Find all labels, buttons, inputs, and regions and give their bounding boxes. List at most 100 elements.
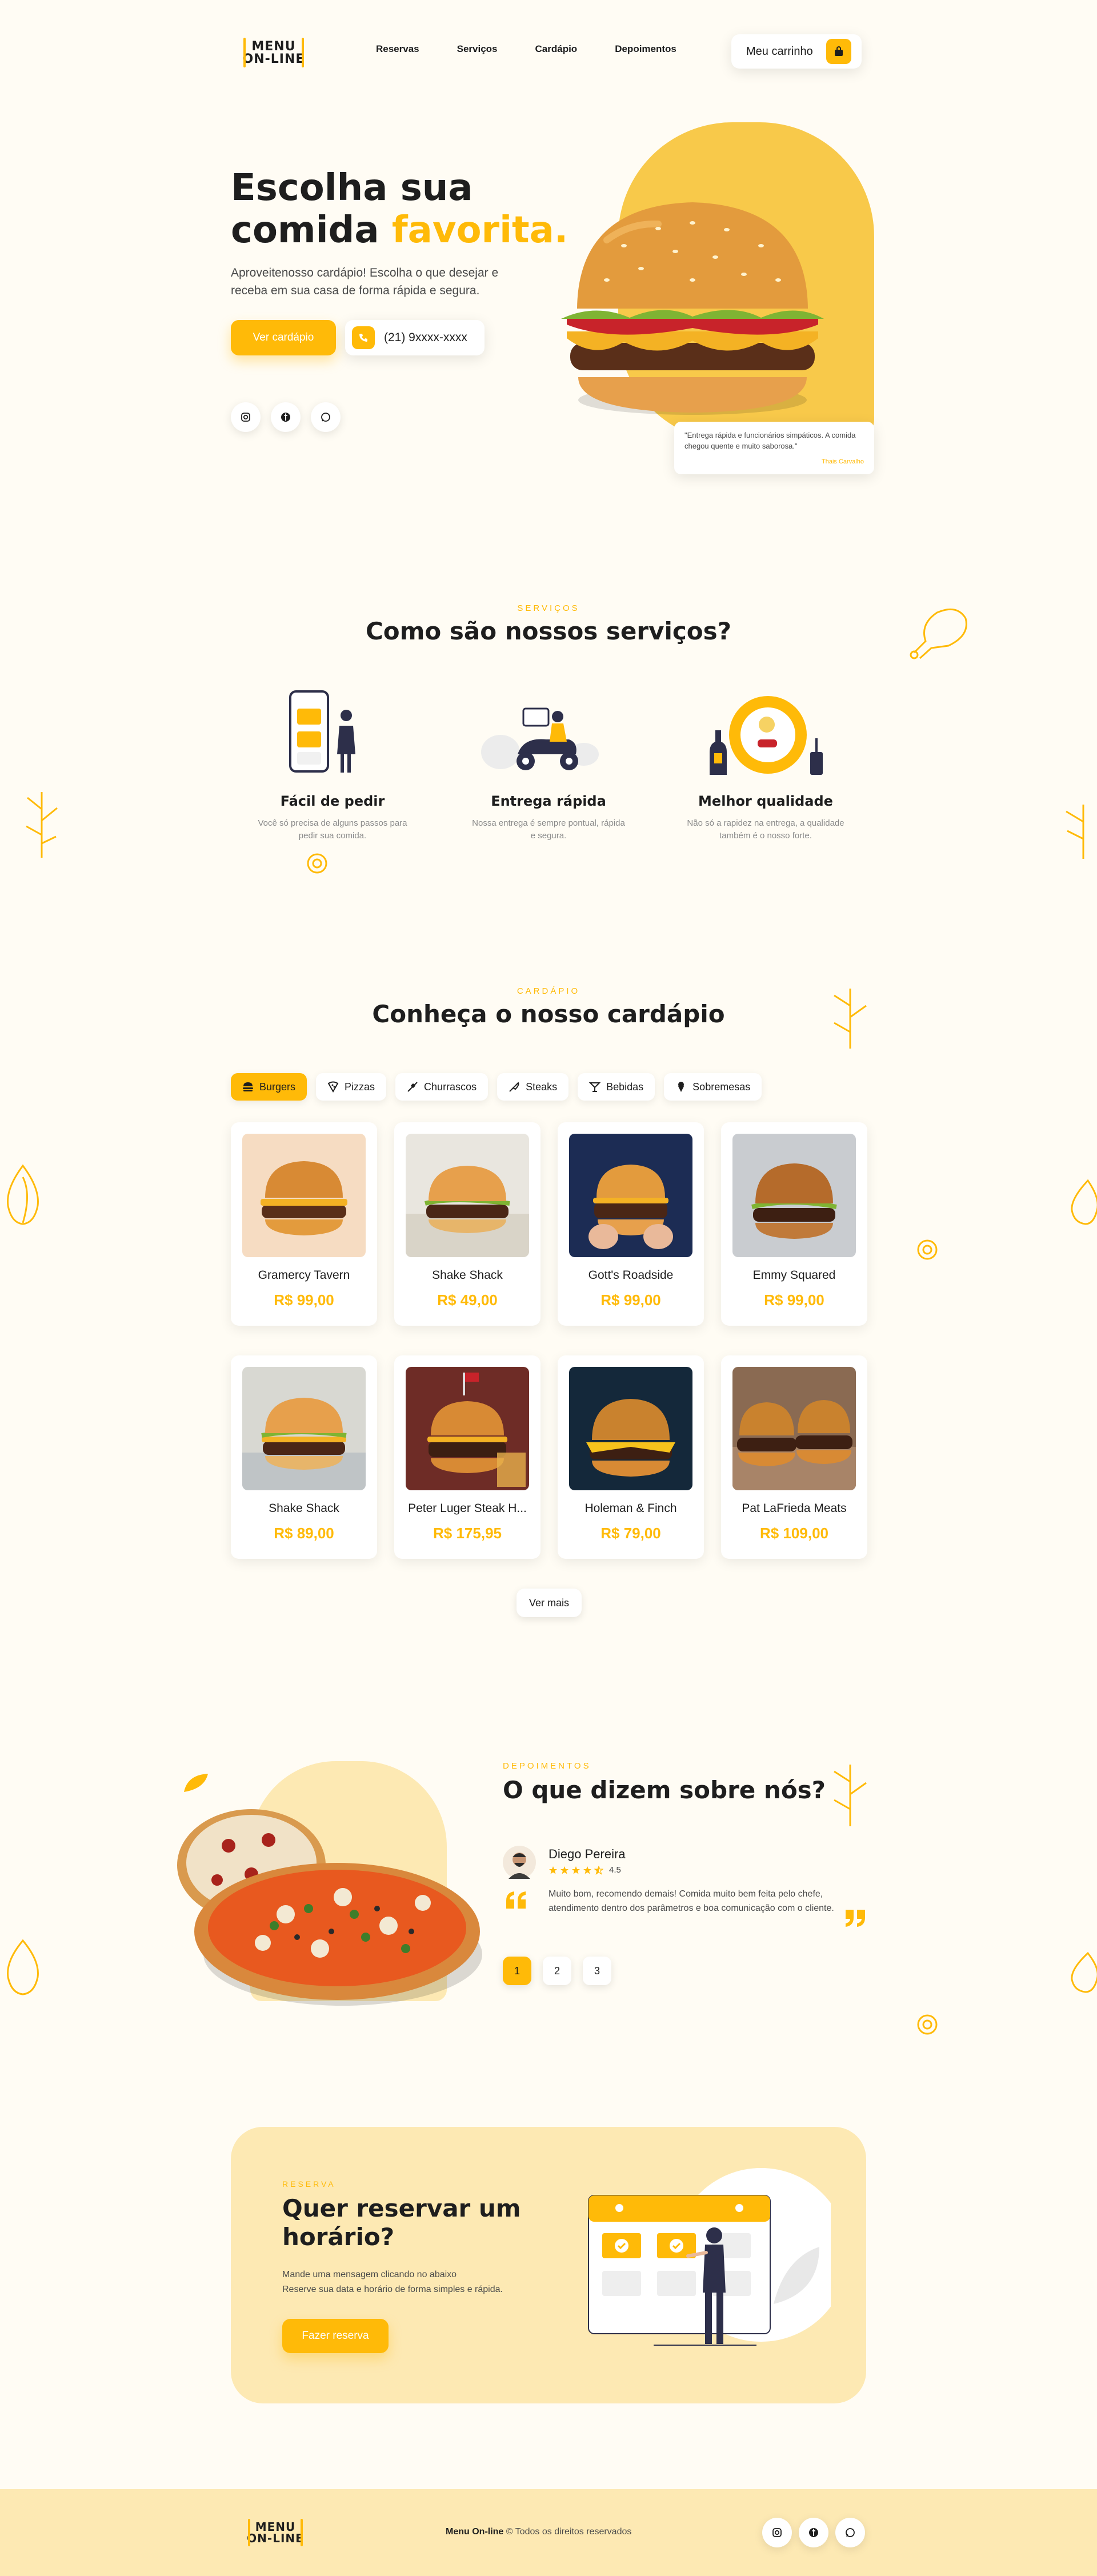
phone-contact[interactable]: (21) 9xxxx-xxxx: [345, 320, 485, 355]
menu-item-name: Gramercy Tavern: [258, 1269, 350, 1282]
menu-item-image: [732, 1367, 856, 1490]
menu-item-price: R$ 49,00: [437, 1291, 498, 1309]
menu-item-name: Holeman & Finch: [584, 1502, 677, 1515]
page-button-1[interactable]: 1: [503, 1957, 531, 1985]
whatsapp-icon[interactable]: [835, 2518, 865, 2547]
services-title: Como são nossos serviços?: [365, 617, 732, 645]
half-star-icon: [594, 1865, 603, 1875]
nav-cardapio[interactable]: Cardápio: [535, 43, 578, 55]
service-title: Fácil de pedir: [280, 793, 385, 809]
menu-title: Conheça o nosso cardápio: [372, 1000, 725, 1028]
phone-icon: [352, 326, 375, 349]
cart-label: Meu carrinho: [746, 45, 813, 58]
menu-item-name: Gott's Roadside: [588, 1269, 674, 1282]
star-icon: [549, 1866, 557, 1874]
delivery-scooter-illustration: [481, 707, 599, 770]
footer-logo[interactable]: MENU ON-LINE: [246, 2514, 305, 2551]
service-text: Você só precisa de alguns passos para pe…: [258, 818, 407, 841]
service-text: Nossa entrega é sempre pontual, rápida e…: [472, 818, 625, 841]
menu-item-image: [406, 1134, 529, 1257]
menu-item-image: [242, 1134, 366, 1257]
herb-doodle-icon: [26, 792, 58, 858]
testimonials-title: O que dizem sobre nós?: [503, 1776, 826, 1804]
menu-item-image: [569, 1134, 692, 1257]
herb-doodle-icon: [834, 989, 867, 1049]
facebook-icon[interactable]: [799, 2518, 828, 2547]
menu-item-price: R$ 79,00: [600, 1525, 661, 1542]
brand-line1: MENU: [255, 2520, 296, 2534]
make-reservation-button[interactable]: Fazer reserva: [282, 2319, 389, 2353]
brand-line2: ON-LINE: [247, 2531, 304, 2545]
coin-doodle-icon: [917, 2014, 938, 2035]
instagram-icon[interactable]: [762, 2518, 792, 2547]
reviewer-name: Diego Pereira: [548, 1847, 626, 1861]
brand-logo[interactable]: MENU ON-LINE: [240, 33, 307, 73]
cart-button[interactable]: Meu carrinho: [731, 34, 862, 69]
menu-card[interactable]: Gott's Roadside R$ 99,00: [558, 1122, 704, 1326]
reservation-title: Quer reservar um horário?: [282, 2194, 521, 2251]
menu-card[interactable]: Emmy Squared R$ 99,00: [721, 1122, 867, 1326]
service-title: Entrega rápida: [491, 793, 606, 809]
hero-quote-text: "Entrega rápida e funcionários simpático…: [684, 431, 856, 450]
copyright: Menu On-line © Todos os direitos reserva…: [446, 2527, 631, 2537]
menu-card[interactable]: Pat LaFrieda Meats R$ 109,00: [721, 1355, 867, 1559]
star-icon: [572, 1866, 580, 1874]
view-menu-button[interactable]: Ver cardápio: [231, 320, 336, 355]
tab-label: Steaks: [526, 1081, 558, 1093]
tab-churrascos[interactable]: Churrascos: [395, 1073, 489, 1101]
nav-reservas[interactable]: Reservas: [376, 43, 419, 55]
service-card: Melhor qualidade Não só a rapidez na ent…: [680, 793, 851, 842]
hero-burger-image: [561, 202, 824, 415]
menu-item-name: Shake Shack: [432, 1269, 503, 1282]
bag-icon: [826, 39, 851, 64]
hero-quote-card: "Entrega rápida e funcionários simpático…: [674, 422, 874, 474]
tab-label: Churrascos: [424, 1081, 477, 1093]
whatsapp-icon[interactable]: [311, 402, 341, 432]
footer-brand: Menu On-line: [446, 2527, 504, 2537]
page-button-2[interactable]: 2: [543, 1957, 571, 1985]
main-nav: Reservas Serviços Cardápio Depoimentos: [376, 43, 714, 55]
tab-pizzas[interactable]: Pizzas: [316, 1073, 387, 1101]
calendar-illustration: [588, 2168, 831, 2346]
instagram-icon[interactable]: [231, 402, 261, 432]
menu-card[interactable]: Holeman & Finch R$ 79,00: [558, 1355, 704, 1559]
phone-order-illustration: [289, 690, 355, 773]
nav-depoimentos[interactable]: Depoimentos: [615, 43, 676, 55]
onion-doodle-icon: [1071, 1179, 1097, 1225]
menu-card[interactable]: Gramercy Tavern R$ 99,00: [231, 1122, 377, 1326]
cocktail-icon: [589, 1082, 601, 1092]
pizza-image: [177, 1809, 482, 2006]
onion-doodle-icon: [7, 1939, 39, 1995]
hero-title: Escolha sua comida favorita.: [231, 167, 568, 251]
star-icon: [560, 1866, 568, 1874]
hero-subtitle: Aproveitenosso cardápio! Escolha o que d…: [231, 266, 499, 297]
reservation-text-line1: Mande uma mensagem clicando no abaixo: [282, 2270, 457, 2279]
menu-item-name: Emmy Squared: [752, 1269, 836, 1282]
tab-label: Burgers: [259, 1081, 296, 1093]
tab-bebidas[interactable]: Bebidas: [578, 1073, 655, 1101]
service-text: Não só a rapidez na entrega, a qualidade…: [687, 818, 844, 841]
page-button-3[interactable]: 3: [583, 1957, 611, 1985]
avatar: [503, 1846, 536, 1879]
menu-eyebrow: CARDÁPIO: [517, 986, 580, 996]
tab-burgers[interactable]: Burgers: [231, 1073, 307, 1101]
tab-steaks[interactable]: Steaks: [497, 1073, 569, 1101]
tab-sobremesas[interactable]: Sobremesas: [664, 1073, 762, 1101]
chicken-leg-doodle-icon: [910, 608, 967, 659]
facebook-icon[interactable]: [271, 402, 301, 432]
pizza-icon: [327, 1081, 339, 1093]
menu-card[interactable]: Peter Luger Steak H... R$ 175,95: [394, 1355, 541, 1559]
testimonials-eyebrow: DEPOIMENTOS: [503, 1761, 591, 1771]
skewer-icon: [407, 1082, 418, 1092]
nav-servicos[interactable]: Serviços: [457, 43, 498, 55]
menu-item-price: R$ 109,00: [760, 1525, 828, 1542]
view-more-button[interactable]: Ver mais: [517, 1589, 582, 1617]
menu-card[interactable]: Shake Shack R$ 89,00: [231, 1355, 377, 1559]
menu-card[interactable]: Shake Shack R$ 49,00: [394, 1122, 541, 1326]
testimonial-text: Muito bom, recomendo demais! Comida muit…: [548, 1889, 834, 1913]
star-icon: [583, 1866, 591, 1874]
hero-title-line1: Escolha sua: [231, 167, 473, 209]
herb-doodle-icon: [834, 1765, 867, 1826]
menu-tabs: Burgers Pizzas Churrascos Steaks Bebidas…: [231, 1073, 762, 1101]
brand-line2: ON-LINE: [242, 52, 305, 66]
